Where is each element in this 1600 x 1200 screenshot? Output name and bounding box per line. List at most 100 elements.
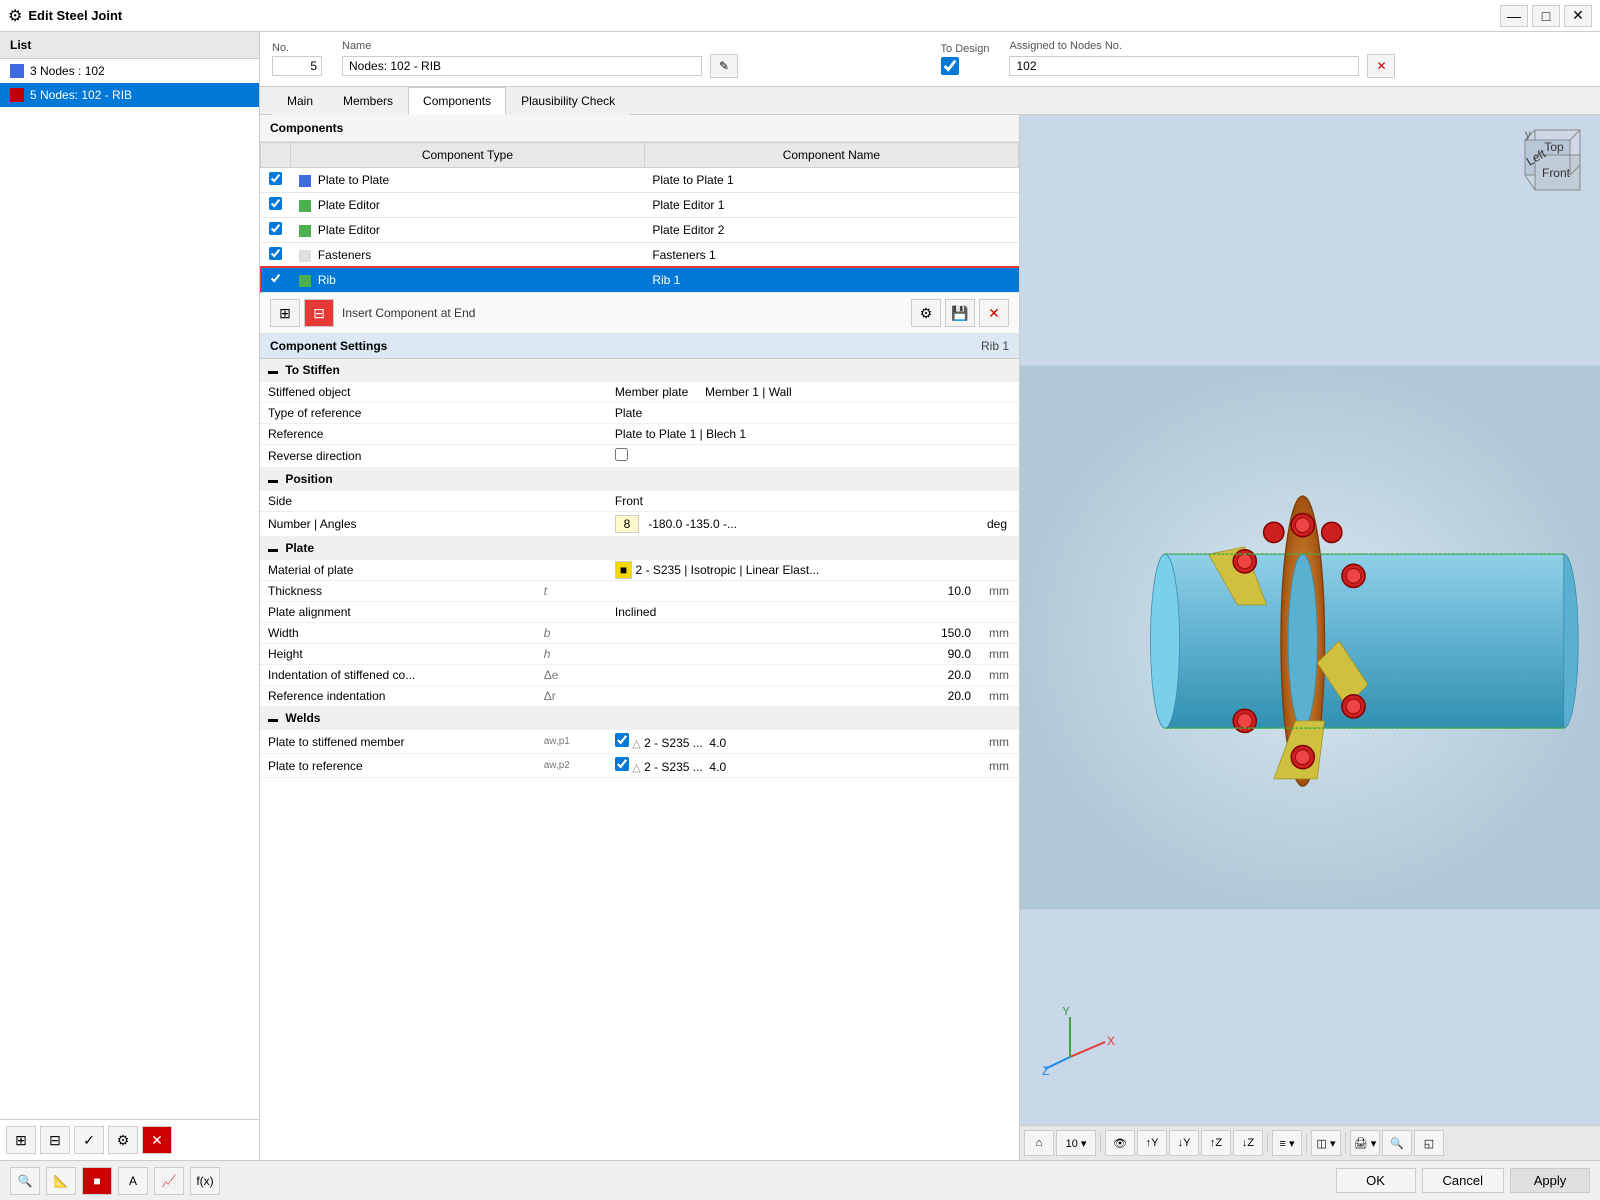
side-symbol bbox=[536, 491, 607, 512]
view-home-button[interactable]: ⌂ bbox=[1024, 1130, 1054, 1156]
reverse-direction-value[interactable] bbox=[607, 445, 979, 468]
tab-plausibility[interactable]: Plausibility Check bbox=[506, 87, 630, 115]
measure-tool-button[interactable]: 📐 bbox=[46, 1167, 76, 1195]
add-item-button[interactable]: ⊞ bbox=[6, 1126, 36, 1154]
list-item-color-2 bbox=[10, 88, 24, 102]
title-bar-controls[interactable]: — □ ✕ bbox=[1500, 5, 1592, 27]
reverse-direction-symbol bbox=[536, 445, 607, 468]
3d-view[interactable]: Top Left Front y bbox=[1020, 115, 1600, 1160]
comp-check-2[interactable] bbox=[261, 193, 291, 218]
number-angles-value[interactable]: 8 -180.0 -135.0 -... bbox=[607, 512, 979, 537]
comp-row-4[interactable]: Fasteners Fasteners 1 bbox=[261, 243, 1019, 268]
weld-plate-stiffened-value[interactable]: △ 2 - S235 ... 4.0 bbox=[607, 730, 979, 754]
sep-1 bbox=[1100, 1133, 1101, 1153]
text-tool-button[interactable]: A bbox=[118, 1167, 148, 1195]
comp-check-5[interactable] bbox=[261, 268, 291, 293]
view-eye-button[interactable]: 👁 bbox=[1105, 1130, 1135, 1156]
view-print-button[interactable]: 🖨 ▾ bbox=[1350, 1130, 1380, 1156]
view-filter-button[interactable]: ≡ ▾ bbox=[1272, 1130, 1302, 1156]
indentation-unit: mm bbox=[979, 665, 1019, 686]
height-symbol: h bbox=[536, 644, 607, 665]
view-cube[interactable]: Top Left Front y bbox=[1520, 125, 1590, 198]
cancel-button[interactable]: Cancel bbox=[1422, 1168, 1504, 1193]
view-down-y-button[interactable]: ↓Y bbox=[1169, 1130, 1199, 1156]
close-button[interactable]: ✕ bbox=[1564, 5, 1592, 27]
collapse-plate-icon[interactable]: ▬ bbox=[268, 544, 278, 555]
comp-name-2: Plate Editor 1 bbox=[644, 193, 1018, 218]
delete-item-button[interactable]: ✕ bbox=[142, 1126, 172, 1154]
welds-label: Welds bbox=[285, 711, 320, 725]
red-tool-button[interactable]: ■ bbox=[82, 1167, 112, 1195]
type-reference-row: Type of reference Plate bbox=[260, 403, 1019, 424]
collapse-position-icon[interactable]: ▬ bbox=[268, 475, 278, 486]
comp-type-1: Plate to Plate bbox=[291, 168, 645, 193]
type-reference-symbol bbox=[536, 403, 607, 424]
formula-tool-button[interactable]: f(x) bbox=[190, 1167, 220, 1195]
angles-yellow-value[interactable]: 8 bbox=[615, 515, 639, 533]
view-down-z-button[interactable]: ↓Z bbox=[1233, 1130, 1263, 1156]
weld-material-1: 2 - S235 ... bbox=[644, 736, 703, 750]
maximize-button[interactable]: □ bbox=[1532, 5, 1560, 27]
comp-name-3: Plate Editor 2 bbox=[644, 218, 1018, 243]
comp-row-1[interactable]: Plate to Plate Plate to Plate 1 bbox=[261, 168, 1019, 193]
tab-members[interactable]: Members bbox=[328, 87, 408, 115]
check-col-header bbox=[261, 143, 291, 168]
material-text: 2 - S235 | Isotropic | Linear Elast... bbox=[636, 563, 820, 577]
comp-save-button[interactable]: 💾 bbox=[945, 299, 975, 327]
app-icon: ⚙ bbox=[8, 6, 22, 26]
view-search-button[interactable]: 🔍 bbox=[1382, 1130, 1412, 1156]
material-value[interactable]: ■ 2 - S235 | Isotropic | Linear Elast... bbox=[607, 560, 979, 581]
view-layout-button[interactable]: ◱ bbox=[1414, 1130, 1444, 1156]
stiffened-object-unit bbox=[979, 382, 1019, 403]
comp-add-button[interactable]: ⊞ bbox=[270, 299, 300, 327]
bottom-bar: 🔍 📐 ■ A 📈 f(x) OK Cancel Apply bbox=[0, 1160, 1600, 1200]
weld-plate-reference-value[interactable]: △ 2 - S235 ... 4.0 bbox=[607, 754, 979, 778]
edit-name-button[interactable]: ✎ bbox=[710, 54, 738, 78]
comp-color-4 bbox=[299, 250, 311, 262]
comp-row-3[interactable]: Plate Editor Plate Editor 2 bbox=[261, 218, 1019, 243]
left-panel: List 3 Nodes : 102 5 Nodes: 102 - RIB ⊞ … bbox=[0, 32, 260, 1160]
search-tool-button[interactable]: 🔍 bbox=[10, 1167, 40, 1195]
remove-item-button[interactable]: ⊟ bbox=[40, 1126, 70, 1154]
comp-type-4: Fasteners bbox=[291, 243, 645, 268]
collapse-to-stiffen-icon[interactable]: ▬ bbox=[268, 366, 278, 377]
to-design-checkbox[interactable] bbox=[941, 57, 959, 75]
comp-delete-button[interactable]: ✕ bbox=[979, 299, 1009, 327]
width-symbol: b bbox=[536, 623, 607, 644]
type-reference-value: Plate bbox=[607, 403, 979, 424]
chart-tool-button[interactable]: 📈 bbox=[154, 1167, 184, 1195]
settings-item-button[interactable]: ⚙ bbox=[108, 1126, 138, 1154]
comp-row-2[interactable]: Plate Editor Plate Editor 1 bbox=[261, 193, 1019, 218]
svg-text:Z: Z bbox=[1042, 1064, 1049, 1077]
comp-row-5[interactable]: Rib Rib 1 bbox=[261, 268, 1019, 293]
comp-check-1[interactable] bbox=[261, 168, 291, 193]
view-frame-button[interactable]: ◫ ▾ bbox=[1311, 1130, 1341, 1156]
nodes-input[interactable] bbox=[1009, 56, 1359, 76]
list-item-1[interactable]: 3 Nodes : 102 bbox=[0, 59, 259, 83]
no-input[interactable] bbox=[272, 56, 322, 76]
view-zoom-button[interactable]: 10 ▾ bbox=[1056, 1130, 1096, 1156]
comp-insert-button[interactable]: ⊟ bbox=[304, 299, 334, 327]
ok-button[interactable]: OK bbox=[1336, 1168, 1416, 1193]
clear-nodes-button[interactable]: ✕ bbox=[1367, 54, 1395, 78]
tab-components[interactable]: Components bbox=[408, 87, 506, 115]
minimize-button[interactable]: — bbox=[1500, 5, 1528, 27]
height-unit: mm bbox=[979, 644, 1019, 665]
weld-icon-1: △ bbox=[632, 738, 640, 750]
material-color-btn[interactable]: ■ bbox=[615, 561, 632, 579]
name-input[interactable] bbox=[342, 56, 702, 76]
list-item-2[interactable]: 5 Nodes: 102 - RIB bbox=[0, 83, 259, 107]
weld-check-2[interactable] bbox=[615, 757, 629, 771]
comp-settings-button[interactable]: ⚙ bbox=[911, 299, 941, 327]
group-to-stiffen: ▬ To Stiffen bbox=[260, 359, 1019, 382]
comp-check-3[interactable] bbox=[261, 218, 291, 243]
comp-check-4[interactable] bbox=[261, 243, 291, 268]
tab-main[interactable]: Main bbox=[272, 87, 328, 115]
view-up-z-button[interactable]: ↑Z bbox=[1201, 1130, 1231, 1156]
collapse-welds-icon[interactable]: ▬ bbox=[268, 714, 278, 725]
apply-button[interactable]: Apply bbox=[1510, 1168, 1590, 1193]
check-item-button[interactable]: ✓ bbox=[74, 1126, 104, 1154]
view-up-y-button[interactable]: ↑Y bbox=[1137, 1130, 1167, 1156]
weld-check-1[interactable] bbox=[615, 733, 629, 747]
reverse-direction-checkbox[interactable] bbox=[615, 448, 628, 461]
